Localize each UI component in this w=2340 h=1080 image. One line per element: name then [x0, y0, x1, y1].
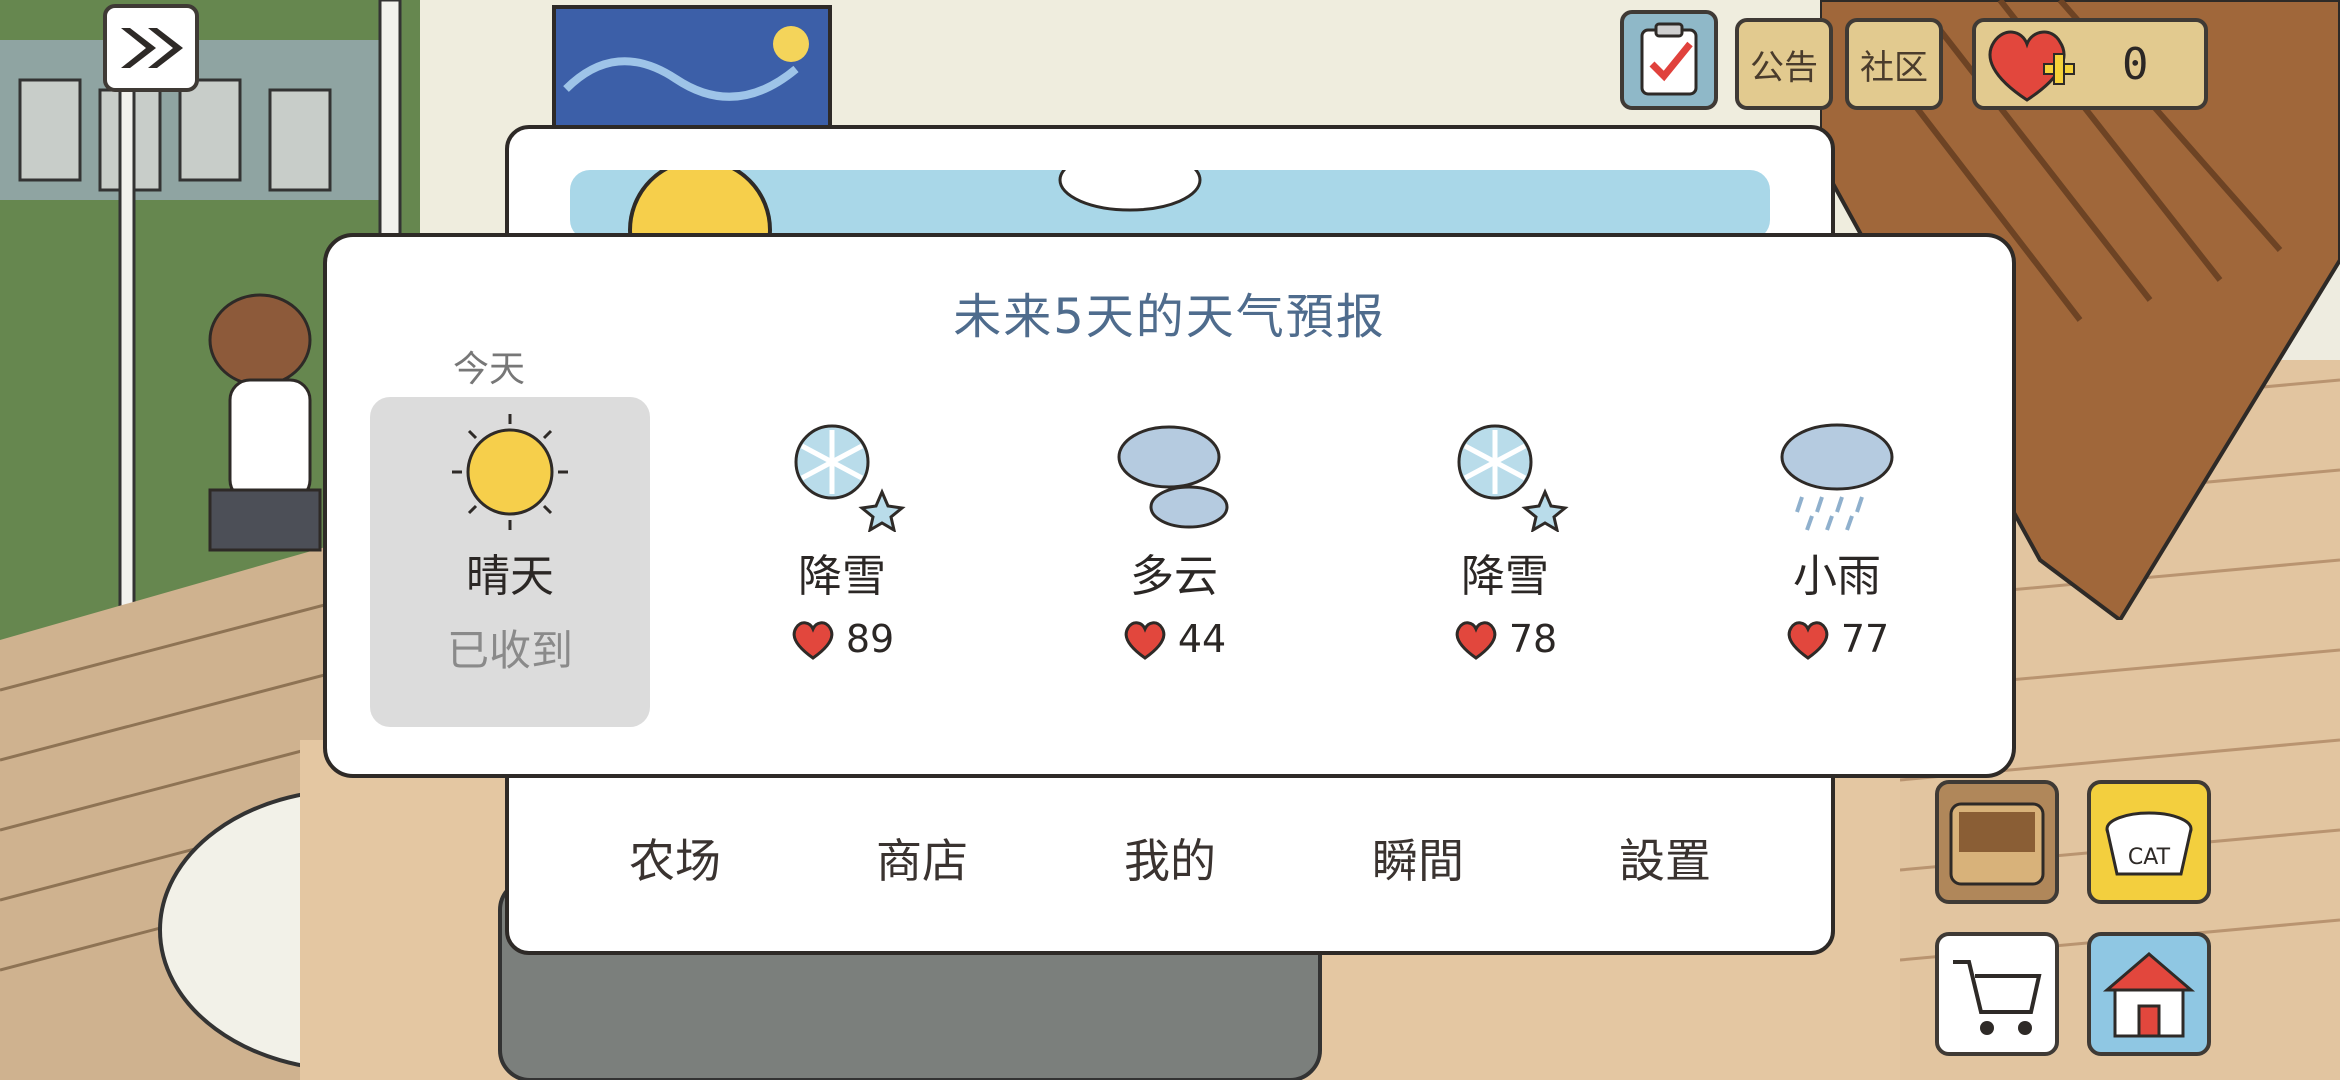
forecast-day-5[interactable]: 小雨 77 — [1697, 412, 1977, 712]
day-2-weather: 降雪 — [798, 551, 886, 602]
heart-icon — [1455, 621, 1497, 660]
day-5-reward: 77 — [1697, 617, 1977, 661]
day-4-weather: 降雪 — [1461, 551, 1549, 602]
cart-button[interactable] — [1935, 932, 2059, 1056]
cat-food-button[interactable]: CAT — [2087, 780, 2211, 904]
weather-forecast-dialog: 未来5天的天气預报 今天 晴天 已收到 降雪 89 多云 44 降雪 78 小雨… — [323, 233, 2016, 778]
today-label: 今天 — [452, 349, 525, 390]
day-3-reward-value: 44 — [1177, 617, 1227, 661]
day-2-reward-value: 89 — [845, 617, 895, 661]
house-icon — [2102, 952, 2196, 1038]
snowflake-icon — [794, 424, 906, 532]
snowflake-icon — [1457, 424, 1569, 532]
menu-item-shop[interactable]: 商店 — [822, 825, 1022, 891]
forecast-day-3[interactable]: 多云 44 — [1034, 412, 1314, 712]
sun-icon — [452, 414, 568, 530]
menu-item-mine[interactable]: 我的 — [1070, 825, 1270, 891]
day-3-weather: 多云 — [1130, 551, 1218, 602]
forecast-day-2[interactable]: 降雪 89 — [702, 412, 982, 712]
heart-icon — [792, 621, 834, 660]
cardboard-box-icon — [1949, 802, 2045, 886]
heart-icon — [1787, 621, 1829, 660]
day-1-weather: 晴天 — [466, 551, 554, 602]
heart-icon — [1124, 621, 1166, 660]
day-1-status: 已收到 — [446, 626, 573, 675]
cat-bowl-icon: CAT — [2105, 811, 2193, 876]
menu-item-moments[interactable]: 瞬間 — [1318, 825, 1518, 891]
day-5-weather: 小雨 — [1793, 551, 1881, 602]
forecast-day-1[interactable]: 晴天 已收到 — [370, 412, 650, 712]
menu-item-settings[interactable]: 設置 — [1565, 825, 1765, 891]
cloud-icon — [1117, 425, 1229, 529]
day-3-reward: 44 — [1034, 617, 1314, 661]
day-5-reward-value: 77 — [1840, 617, 1890, 661]
day-4-reward: 78 — [1365, 617, 1645, 661]
shop-button[interactable] — [2087, 932, 2211, 1056]
forecast-day-4[interactable]: 降雪 78 — [1365, 412, 1645, 712]
menu-item-farm[interactable]: 农场 — [575, 825, 775, 891]
dialog-title: 未来5天的天气預报 — [953, 289, 1386, 345]
box-button[interactable] — [1935, 780, 2059, 904]
rain-cloud-icon — [1780, 423, 1894, 531]
shopping-cart-icon — [1953, 960, 2042, 1035]
day-2-reward: 89 — [702, 617, 982, 661]
svg-text:CAT: CAT — [2128, 845, 2171, 870]
day-4-reward-value: 78 — [1508, 617, 1558, 661]
